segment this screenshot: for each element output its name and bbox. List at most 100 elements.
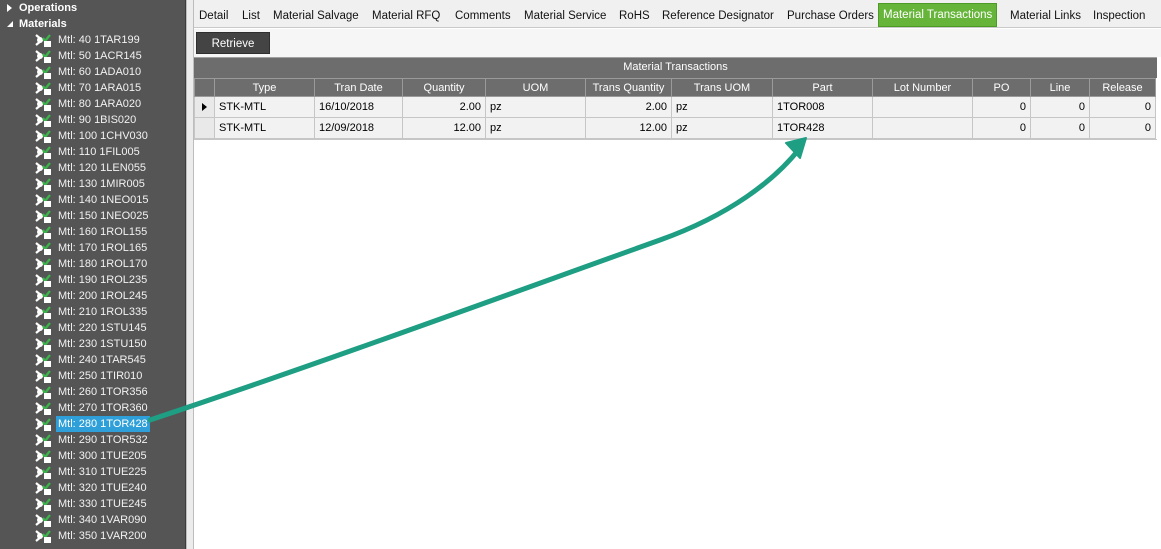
table-cell[interactable]: 0 — [1030, 96, 1090, 118]
tree-group-materials[interactable]: Materials — [0, 16, 185, 32]
expand-down-icon[interactable] — [5, 16, 15, 32]
tree-item-material[interactable]: Mtl: 190 1ROL235 — [0, 272, 185, 288]
table-cell[interactable]: pz — [485, 117, 586, 139]
table-cell[interactable]: 0 — [1030, 117, 1090, 139]
column-header[interactable]: Trans Quantity — [585, 78, 672, 97]
tree-group-operations[interactable]: Operations — [0, 0, 185, 16]
tab-material-salvage[interactable]: Material Salvage — [270, 6, 362, 26]
tab-material-links[interactable]: Material Links — [1007, 6, 1084, 26]
tree-group-label: Materials — [19, 18, 67, 30]
table-cell[interactable]: 12/09/2018 — [314, 117, 403, 139]
table-cell[interactable]: pz — [671, 96, 773, 118]
tree-item-material[interactable]: Mtl: 100 1CHV030 — [0, 128, 185, 144]
tab-purchase-orders[interactable]: Purchase Orders — [784, 6, 877, 26]
tree-item-material[interactable]: Mtl: 110 1FIL005 — [0, 144, 185, 160]
tree-item-label: Mtl: 210 1ROL335 — [58, 306, 148, 318]
table-cell[interactable]: 2.00 — [585, 96, 672, 118]
panel-splitter[interactable] — [186, 0, 194, 549]
table-cell[interactable]: 0 — [972, 96, 1031, 118]
tree-item-label: Mtl: 130 1MIR005 — [58, 178, 145, 190]
expand-right-icon[interactable] — [5, 0, 15, 16]
table-cell[interactable]: 2.00 — [402, 96, 486, 118]
table-row[interactable]: STK-MTL 12/09/2018 12.00 pz 12.00 pz 1TOR428 0 0… — [194, 117, 1156, 139]
tab-detail[interactable]: Detail — [196, 6, 231, 26]
tree-item-material[interactable]: Mtl: 140 1NEO015 — [0, 192, 185, 208]
tree-item-material[interactable]: Mtl: 120 1LEN055 — [0, 160, 185, 176]
tree-item-label: Mtl: 140 1NEO015 — [58, 194, 149, 206]
tab-reference-designator[interactable]: Reference Designator — [659, 6, 777, 26]
table-cell[interactable]: 0 — [972, 117, 1031, 139]
tab-material-transactions[interactable]: Material Transactions — [878, 3, 998, 27]
tree-item-material[interactable]: Mtl: 250 1TIR010 — [0, 368, 185, 384]
tree-item-material[interactable]: Mtl: 260 1TOR356 — [0, 384, 185, 400]
tree-item-label: Mtl: 200 1ROL245 — [58, 290, 148, 302]
column-header[interactable]: Type — [214, 78, 315, 97]
tree-item-material[interactable]: Mtl: 90 1BIS020 — [0, 112, 185, 128]
tree-item-material[interactable]: Mtl: 60 1ADA010 — [0, 64, 185, 80]
table-cell[interactable]: 12.00 — [585, 117, 672, 139]
table-cell[interactable]: 1TOR008 — [772, 96, 873, 118]
column-header[interactable]: Lot Number — [872, 78, 973, 97]
tree-item-material[interactable]: Mtl: 70 1ARA015 — [0, 80, 185, 96]
material-ok-icon — [35, 368, 54, 384]
tree-item-material[interactable]: Mtl: 50 1ACR145 — [0, 48, 185, 64]
tree-item-material[interactable]: Mtl: 200 1ROL245 — [0, 288, 185, 304]
tree-item-material[interactable]: Mtl: 40 1TAR199 — [0, 32, 185, 48]
tree-item-material[interactable]: Mtl: 320 1TUE240 — [0, 480, 185, 496]
tree-item-material[interactable]: Mtl: 230 1STU150 — [0, 336, 185, 352]
tree-item-material[interactable]: Mtl: 280 1TOR428 — [0, 416, 185, 432]
table-cell[interactable]: STK-MTL — [214, 96, 315, 118]
row-selector[interactable] — [194, 117, 215, 139]
material-ok-icon — [35, 464, 54, 480]
column-header[interactable]: Part — [772, 78, 873, 97]
tree-item-material[interactable]: Mtl: 80 1ARA020 — [0, 96, 185, 112]
column-header[interactable]: Release — [1089, 78, 1156, 97]
tab-inspection[interactable]: Inspection — [1090, 6, 1148, 26]
navigation-tree: Operations Materials Mtl: 40 1TAR199 Mtl:… — [0, 0, 186, 549]
table-cell[interactable]: 16/10/2018 — [314, 96, 403, 118]
tree-item-material[interactable]: Mtl: 300 1TUE205 — [0, 448, 185, 464]
table-cell[interactable]: pz — [485, 96, 586, 118]
column-header[interactable]: Line — [1030, 78, 1090, 97]
material-ok-icon — [35, 160, 54, 176]
tree-item-material[interactable]: Mtl: 150 1NEO025 — [0, 208, 185, 224]
tree-item-material[interactable]: Mtl: 290 1TOR532 — [0, 432, 185, 448]
table-cell[interactable]: pz — [671, 117, 773, 139]
table-cell[interactable]: 0 — [1089, 96, 1156, 118]
table-cell[interactable]: 1TOR428 — [772, 117, 873, 139]
table-cell[interactable] — [872, 96, 973, 118]
column-header[interactable]: UOM — [485, 78, 586, 97]
tab-comments[interactable]: Comments — [452, 6, 514, 26]
tab-rohs[interactable]: RoHS — [616, 6, 653, 26]
tree-item-label: Mtl: 290 1TOR532 — [58, 434, 148, 446]
tree-item-material[interactable]: Mtl: 180 1ROL170 — [0, 256, 185, 272]
retrieve-button[interactable]: Retrieve — [196, 32, 270, 54]
tree-item-material[interactable]: Mtl: 240 1TAR545 — [0, 352, 185, 368]
tree-item-material[interactable]: Mtl: 340 1VAR090 — [0, 512, 185, 528]
tree-item-label: Mtl: 80 1ARA020 — [58, 98, 142, 110]
table-cell[interactable]: STK-MTL — [214, 117, 315, 139]
tree-item-material[interactable]: Mtl: 160 1ROL155 — [0, 224, 185, 240]
tree-item-material[interactable]: Mtl: 350 1VAR200 — [0, 528, 185, 544]
tab-list[interactable]: List — [239, 6, 263, 26]
tab-material-rfq[interactable]: Material RFQ — [369, 6, 443, 26]
column-header[interactable]: Trans UOM — [671, 78, 773, 97]
tab-material-service[interactable]: Material Service — [521, 6, 609, 26]
tree-item-material[interactable]: Mtl: 330 1TUE245 — [0, 496, 185, 512]
table-cell[interactable] — [872, 117, 973, 139]
column-header[interactable]: PO — [972, 78, 1031, 97]
tree-item-material[interactable]: Mtl: 220 1STU145 — [0, 320, 185, 336]
tree-item-material[interactable]: Mtl: 270 1TOR360 — [0, 400, 185, 416]
tree-item-material[interactable]: Mtl: 170 1ROL165 — [0, 240, 185, 256]
table-cell[interactable]: 0 — [1089, 117, 1156, 139]
row-selector[interactable] — [194, 96, 215, 118]
table-cell[interactable]: 12.00 — [402, 117, 486, 139]
column-header[interactable]: Quantity — [402, 78, 486, 97]
column-header[interactable]: Tran Date — [314, 78, 403, 97]
material-ok-icon — [35, 320, 54, 336]
table-row[interactable]: STK-MTL 16/10/2018 2.00 pz 2.00 pz 1TOR008 0 0 0 — [194, 96, 1156, 118]
tree-item-material[interactable]: Mtl: 310 1TUE225 — [0, 464, 185, 480]
tree-item-material[interactable]: Mtl: 210 1ROL335 — [0, 304, 185, 320]
current-row-pointer-icon — [202, 103, 207, 112]
tree-item-material[interactable]: Mtl: 130 1MIR005 — [0, 176, 185, 192]
